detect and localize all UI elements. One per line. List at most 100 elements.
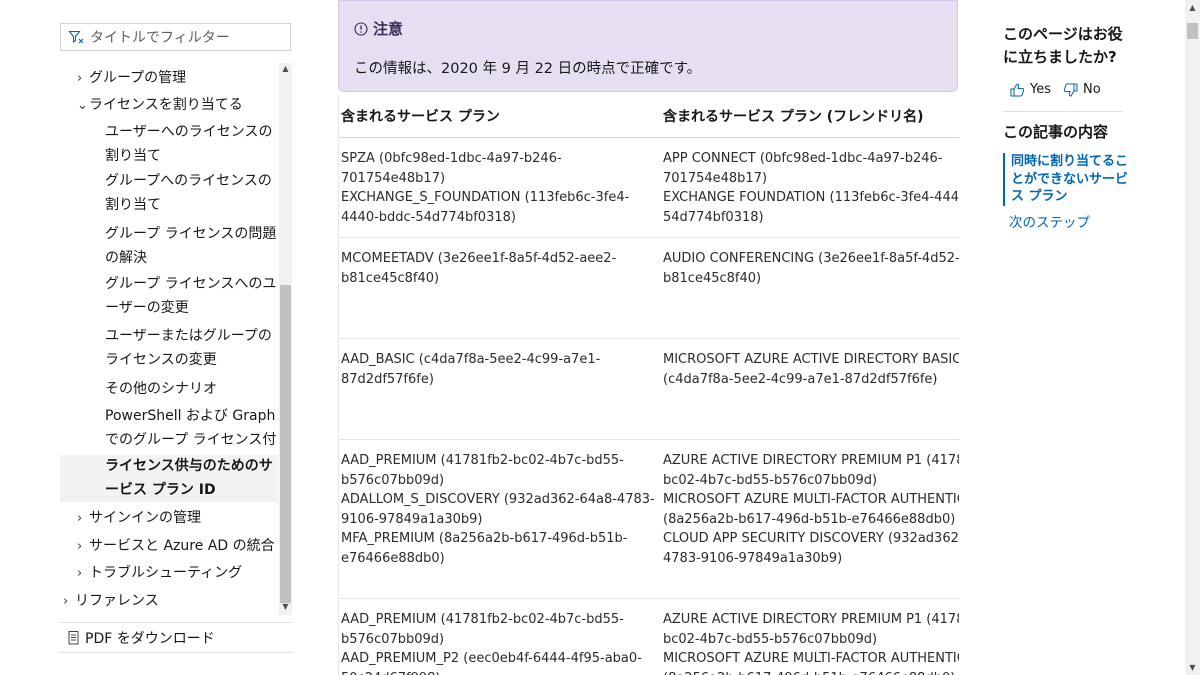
page-scroll-thumb[interactable] (1187, 23, 1198, 39)
table-row: AAD_PREMIUM (41781fb2-bc02-4b7c-bd55-b57… (339, 439, 959, 599)
column-header: 含まれるサービス プラン (339, 94, 661, 138)
toc-item[interactable]: グループ ライセンスの問題の解決 (60, 223, 278, 270)
table-row: AAD_PREMIUM (41781fb2-bc02-4b7c-bd55-b57… (339, 598, 959, 675)
in-article-title: この記事の内容 (1003, 123, 1109, 141)
friendly-name-cell: AUDIO CONFERENCING (3e26ee1f-8a5f-4d52-a… (661, 237, 959, 339)
cell-text: AAD_PREMIUM (41781fb2-bc02-4b7c-bd55-b57… (341, 612, 624, 647)
cell-text: EXCHANGE_S_FOUNDATION (113feb6c-3fe4-444… (341, 190, 630, 225)
service-plan-cell: AAD_PREMIUM (41781fb2-bc02-4b7c-bd55-b57… (339, 439, 661, 599)
toc-item[interactable]: その他のシナリオ (60, 378, 278, 402)
toc-item-label: サービスと Azure AD の統合 (89, 538, 275, 554)
toc-item-label: ライセンス供与のためのサービス プラン ID (105, 458, 273, 498)
toc-item-label: トラブルシューティング (89, 565, 243, 581)
service-plans-table-container: 含まれるサービス プラン 含まれるサービス プラン (フレンドリ名) SPZA … (338, 94, 959, 675)
cell-text: AZURE ACTIVE DIRECTORY PREMIUM P1 (41781… (663, 612, 959, 647)
service-plan-cell: MCOMEETADV (3e26ee1f-8a5f-4d52-aee2-b81c… (339, 237, 661, 339)
toc-item[interactable]: グループへのライセンスの割り当て (60, 170, 278, 217)
cell-text: MICROSOFT AZURE MULTI-FACTOR AUTHENTICAT… (663, 651, 959, 675)
toc-item-label: サインインの管理 (89, 510, 201, 526)
table-row: MCOMEETADV (3e26ee1f-8a5f-4d52-aee2-b81c… (339, 237, 959, 339)
sidebar: タイトルでフィルター › グループの管理 ⌄ライセンスを割り当てる ユーザーへのライセ… (0, 0, 300, 675)
download-pdf-link[interactable]: PDF をダウンロード (68, 628, 215, 648)
divider (1003, 111, 1123, 112)
in-article-link-current[interactable]: 同時に割り当てることができないサービス プラン (1003, 153, 1131, 206)
chevron-right-icon: › (77, 566, 83, 581)
chevron-right-icon: › (77, 511, 83, 526)
divider (60, 652, 292, 653)
toc-item[interactable]: ⌄ライセンスを割り当てる (60, 94, 278, 118)
service-plans-table: 含まれるサービス プラン 含まれるサービス プラン (フレンドリ名) SPZA … (339, 94, 959, 675)
column-header: 含まれるサービス プラン (フレンドリ名) (661, 94, 959, 138)
toc-item[interactable]: › グループの管理 (60, 67, 278, 91)
chevron-down-icon: ⌄ (77, 98, 88, 113)
service-plan-cell: AAD_BASIC (c4da7f8a-5ee2-4c99-a7e1-87d2d… (339, 338, 661, 440)
chevron-right-icon: › (77, 71, 83, 86)
pdf-label: PDF をダウンロード (85, 631, 215, 647)
scroll-up-icon[interactable]: ▲ (279, 63, 292, 75)
cell-text: MICROSOFT AZURE MULTI-FACTOR AUTHENTICAT… (663, 492, 959, 527)
page-scroll-down-icon[interactable]: ▼ (1185, 663, 1200, 672)
cell-text: APP CONNECT (0bfc98ed-1dbc-4a97-b246-701… (663, 151, 943, 186)
toc-scrollbar[interactable]: ▲ ▼ (279, 63, 292, 615)
filter-icon (68, 30, 84, 44)
filter-placeholder: タイトルでフィルター (90, 30, 230, 46)
thumbs-up-icon (1010, 82, 1025, 96)
cell-text: AAD_BASIC (c4da7f8a-5ee2-4c99-a7e1-87d2d… (341, 352, 601, 387)
table-header-row: 含まれるサービス プラン 含まれるサービス プラン (フレンドリ名) (339, 94, 959, 138)
toc-item[interactable]: ユーザーまたはグループのライセンスの変更 (60, 325, 278, 372)
note-text: この情報は、2020 年 9 月 22 日の時点で正確です。 (354, 61, 702, 77)
cell-text: CLOUD APP SECURITY DISCOVERY (932ad362-6… (663, 531, 959, 566)
toc-item[interactable]: › リファレンス (60, 590, 278, 614)
toc-item-label: グループ ライセンスの問題の解決 (105, 226, 277, 266)
friendly-name-cell: AZURE ACTIVE DIRECTORY PREMIUM P1 (41781… (661, 439, 959, 599)
toc-item[interactable]: › サービスと Azure AD の統合 (60, 535, 278, 559)
friendly-name-cell: APP CONNECT (0bfc98ed-1dbc-4a97-b246-701… (661, 137, 959, 238)
toc-item-label: リファレンス (75, 593, 159, 609)
toc-item[interactable]: ユーザーへのライセンスの割り当て (60, 121, 278, 168)
chevron-right-icon: › (77, 539, 83, 554)
cell-text: AZURE ACTIVE DIRECTORY PREMIUM P1 (41781… (663, 453, 959, 488)
cell-text: ADALLOM_S_DISCOVERY (932ad362-64a8-4783-… (341, 492, 655, 527)
info-icon (354, 21, 368, 36)
cell-text: AAD_PREMIUM_P2 (eec0eb4f-6444-4f95-aba0-… (341, 651, 642, 675)
cell-text: MICROSOFT AZURE ACTIVE DIRECTORY BASIC (… (663, 352, 959, 387)
feedback-buttons: Yes No (1010, 82, 1101, 97)
no-button[interactable]: No (1063, 82, 1101, 97)
in-article-link-next-steps[interactable]: 次のステップ (1009, 211, 1090, 231)
cell-text: AUDIO CONFERENCING (3e26ee1f-8a5f-4d52-a… (663, 251, 959, 286)
table-row: AAD_BASIC (c4da7f8a-5ee2-4c99-a7e1-87d2d… (339, 338, 959, 440)
toc-scroll-thumb[interactable] (280, 285, 291, 603)
toc-item-label: グループの管理 (89, 70, 187, 86)
pdf-icon (68, 631, 79, 645)
note-callout: 注意 この情報は、2020 年 9 月 22 日の時点で正確です。 (338, 0, 958, 92)
toc-item[interactable]: グループ ライセンスへのユーザーの変更 (60, 273, 278, 320)
toc-item-label: ユーザーへのライセンスの割り当て (105, 124, 273, 164)
page-scrollbar[interactable]: ▲ ▼ (1185, 0, 1200, 675)
toc-item-label: その他のシナリオ (105, 381, 217, 397)
toc-item[interactable]: › サインインの管理 (60, 507, 278, 531)
table-of-contents: › グループの管理 ⌄ライセンスを割り当てる ユーザーへのライセンスの割り当て グループ… (60, 63, 278, 615)
toc-item[interactable]: ライセンス供与のためのサービス プラン ID (60, 455, 278, 502)
divider (60, 622, 292, 623)
scroll-down-icon[interactable]: ▼ (279, 601, 292, 613)
filter-input[interactable]: タイトルでフィルター (60, 23, 291, 51)
toc-item-label: ライセンスを割り当てる (89, 97, 243, 113)
service-plan-cell: AAD_PREMIUM (41781fb2-bc02-4b7c-bd55-b57… (339, 598, 661, 675)
toc-item-label: グループへのライセンスの割り当て (105, 173, 272, 213)
cell-text: SPZA (0bfc98ed-1dbc-4a97-b246-701754e48b… (341, 151, 562, 186)
yes-button[interactable]: Yes (1010, 82, 1051, 97)
cell-text: MCOMEETADV (3e26ee1f-8a5f-4d52-aee2-b81c… (341, 251, 617, 286)
friendly-name-cell: AZURE ACTIVE DIRECTORY PREMIUM P1 (41781… (661, 598, 959, 675)
chevron-right-icon: › (63, 594, 69, 609)
yes-label: Yes (1030, 82, 1051, 97)
note-title-text: 注意 (373, 20, 404, 38)
cell-text: MFA_PREMIUM (8a256a2b-b617-496d-b51b-e76… (341, 531, 628, 566)
page-scroll-up-icon[interactable]: ▲ (1185, 3, 1200, 12)
toc-item[interactable]: › トラブルシューティング (60, 562, 278, 586)
feedback-question: このページはお役に立ちましたか? (1003, 25, 1123, 66)
cell-text: EXCHANGE FOUNDATION (113feb6c-3fe4-4440-… (663, 190, 959, 225)
friendly-name-cell: MICROSOFT AZURE ACTIVE DIRECTORY BASIC (… (661, 338, 959, 440)
no-label: No (1083, 82, 1101, 97)
toc-item-label: ユーザーまたはグループのライセンスの変更 (105, 328, 272, 368)
cell-text: AAD_PREMIUM (41781fb2-bc02-4b7c-bd55-b57… (341, 453, 624, 488)
